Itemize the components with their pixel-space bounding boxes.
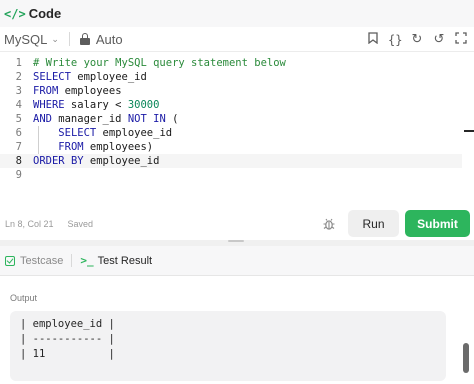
code-text: SELECT employee_id	[58, 127, 173, 139]
editor-toolbar: MySQL ⌄ Auto {} ↻ ↺	[0, 27, 474, 52]
output-line: | ----------- |	[20, 333, 115, 345]
panel-title: Code	[28, 6, 62, 21]
code-text: AND manager_id NOT IN (	[33, 113, 179, 125]
line-number: 3	[15, 85, 22, 97]
language-label: MySQL	[4, 31, 48, 47]
output-box: | employee_id | | ----------- | | 11 |	[10, 311, 446, 381]
toolbar-actions: {} ↻ ↺	[366, 27, 468, 52]
code-editor[interactable]: 1 # Write your MySQL query statement bel…	[0, 55, 474, 210]
lock-icon	[79, 33, 90, 45]
reset-icon[interactable]: ↻	[410, 32, 424, 47]
output-line: | 11 |	[20, 348, 115, 360]
terminal-icon: >_	[80, 254, 94, 267]
tab-divider	[71, 254, 73, 267]
code-text: ORDER BY employee_id	[33, 155, 160, 167]
result-tabbar: Testcase >_ Test Result	[0, 246, 474, 276]
undo-icon[interactable]: ↺	[432, 32, 446, 47]
line-number: 6	[15, 127, 22, 139]
code-text: FROM employees	[33, 85, 122, 97]
output-line: | employee_id |	[20, 318, 115, 330]
code-panel-header: </> Code	[0, 0, 474, 27]
fullscreen-icon[interactable]	[454, 31, 468, 48]
line-number: 5	[15, 113, 22, 125]
submit-button[interactable]: Submit	[405, 210, 470, 237]
code-line: 3 FROM employees	[0, 84, 462, 98]
code-line-active: 8 ORDER BY employee_id	[0, 154, 462, 168]
checkbox-icon	[5, 255, 15, 266]
toolbar-divider	[68, 32, 70, 46]
tab-test-result[interactable]: >_ Test Result	[80, 254, 152, 267]
indent-guide	[38, 126, 39, 154]
bookmark-icon[interactable]	[366, 31, 380, 48]
editor-status-bar: Ln 8, Col 21 Saved	[0, 210, 474, 238]
code-text: SELECT employee_id	[33, 71, 147, 83]
code-line: 4 WHERE salary < 30000	[0, 98, 462, 112]
tab-test-result-label: Test Result	[97, 254, 153, 267]
auto-mode-label: Auto	[95, 31, 123, 47]
code-line: 7 FROM employees)	[0, 140, 462, 154]
code-line: 2 SELECT employee_id	[0, 70, 462, 84]
save-status: Saved	[67, 219, 94, 229]
cursor-position: Ln 8, Col 21	[5, 219, 54, 229]
line-number: 8	[15, 155, 22, 167]
braces-icon[interactable]: {}	[388, 33, 402, 47]
code-line: 6 SELECT employee_id	[0, 126, 462, 140]
code-text: WHERE salary < 30000	[33, 99, 160, 111]
code-text: # Write your MySQL query statement below	[33, 57, 286, 69]
scrollbar[interactable]	[463, 343, 469, 373]
code-icon: </>	[4, 6, 26, 21]
line-number: 9	[15, 169, 22, 181]
line-number: 1	[15, 57, 22, 69]
chevron-down-icon: ⌄	[51, 33, 59, 44]
debug-icon[interactable]	[322, 217, 336, 231]
line-number: 7	[15, 141, 22, 153]
auto-mode[interactable]: Auto	[79, 31, 123, 47]
code-line: 9	[0, 168, 462, 182]
tab-testcase[interactable]: Testcase	[5, 255, 63, 267]
code-line: 5 AND manager_id NOT IN (	[0, 112, 462, 126]
code-text: FROM employees)	[58, 141, 154, 153]
line-number: 4	[15, 99, 22, 111]
scroll-position-marker	[464, 130, 474, 132]
run-button[interactable]: Run	[348, 210, 399, 237]
code-line: 1 # Write your MySQL query statement bel…	[0, 56, 462, 70]
line-number: 2	[15, 71, 22, 83]
language-select[interactable]: MySQL ⌄	[4, 32, 59, 47]
resize-handle[interactable]	[228, 240, 244, 242]
output-label: Output	[10, 293, 38, 303]
tab-testcase-label: Testcase	[20, 254, 64, 267]
